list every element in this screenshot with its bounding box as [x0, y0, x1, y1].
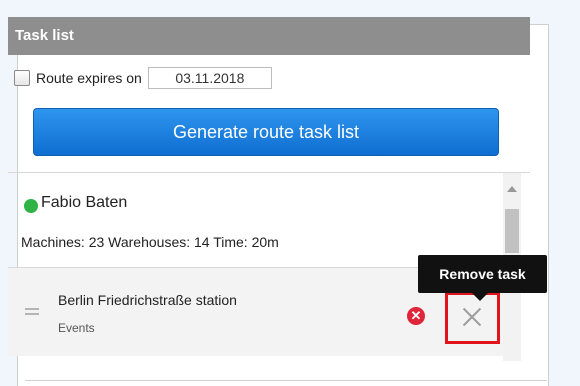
driver-entry[interactable]: Fabio Baten Machines: 23 Warehouses: 14 … — [8, 173, 503, 267]
tooltip-text: Remove task — [439, 266, 526, 282]
route-expires-date-input[interactable] — [147, 67, 272, 89]
panel-header: Task list — [8, 17, 530, 55]
error-icon: ✕ — [407, 307, 425, 325]
route-expiry-row: Route expires on — [14, 66, 272, 90]
remove-task-tooltip: Remove task — [418, 255, 547, 301]
generate-button-label: Generate route task list — [172, 122, 360, 142]
drag-handle-icon[interactable] — [25, 308, 39, 310]
driver-name: Fabio Baten — [41, 194, 128, 211]
driver-stats: Machines: 23 Warehouses: 14 Time: 20m — [21, 234, 279, 250]
driver-status-icon — [24, 199, 38, 213]
scroll-thumb[interactable] — [505, 209, 519, 253]
task-subtitle: Events — [58, 321, 95, 335]
route-expires-checkbox[interactable] — [14, 70, 30, 86]
divider — [25, 380, 547, 381]
task-title: Berlin Friedrichstraße station — [58, 292, 237, 308]
scroll-up-arrow-icon[interactable] — [507, 186, 517, 192]
generate-route-task-list-button[interactable]: Generate route task list — [33, 108, 499, 156]
route-expires-label: Route expires on — [36, 70, 142, 86]
panel-title: Task list — [15, 27, 74, 44]
